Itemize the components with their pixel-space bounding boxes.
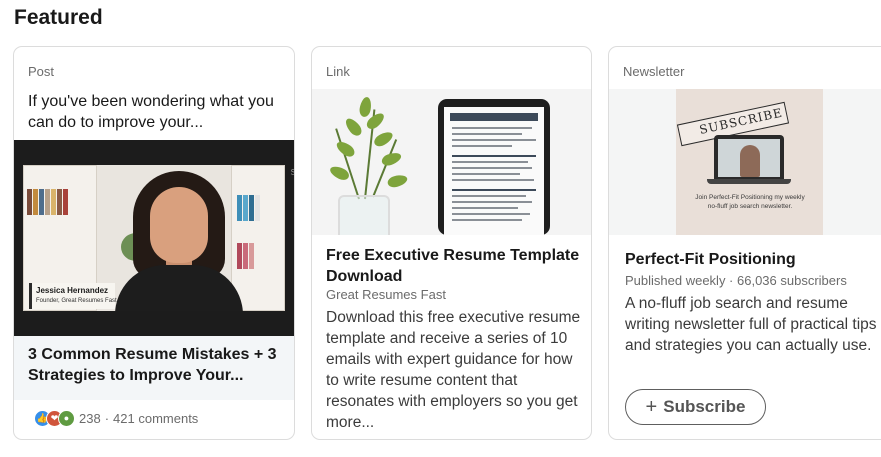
laptop-image (714, 135, 784, 179)
presenter-body (115, 265, 243, 311)
plus-icon: + (645, 396, 658, 418)
presenter-name: Jessica Hernandez (36, 286, 109, 295)
support-reaction-icon: ● (58, 409, 75, 427)
post-title-area[interactable]: 3 Common Resume Mistakes + 3 Strategies … (14, 336, 294, 400)
featured-link-card[interactable]: Link Free Executive Resume Template Down… (311, 46, 592, 440)
subscribe-button[interactable]: + Subscribe (625, 389, 766, 425)
subscribe-button-label: Subscribe (663, 397, 746, 416)
comments-count[interactable]: 421 comments (113, 411, 198, 426)
tablet-resume-image (438, 99, 550, 235)
post-title[interactable]: 3 Common Resume Mistakes + 3 Strategies … (28, 344, 286, 386)
link-source: Great Resumes Fast (326, 287, 446, 302)
post-excerpt[interactable]: If you've been wondering what you can do… (28, 91, 282, 133)
poster-caption: Join Perfect-Fit Positioning my weekly n… (695, 194, 805, 210)
link-title[interactable]: Free Executive Resume Template Download (326, 245, 582, 287)
card-kind-label: Newsletter (623, 64, 685, 79)
newsletter-cover-image[interactable]: SUBSCRIBE Join Perfect-Fit Positioning m… (609, 89, 881, 235)
link-preview-image[interactable] (312, 89, 591, 235)
lower-third-nameplate: Jessica Hernandez Founder, Great Resumes… (29, 283, 117, 309)
card-kind-label: Post (28, 64, 55, 79)
newsletter-description: A no-fluff job search and resume writing… (625, 295, 877, 354)
glass-vase (338, 195, 390, 235)
video-edge-text: S (291, 168, 294, 177)
social-counts[interactable]: 👍 ❤ ● 238 · 421 comments (34, 409, 198, 427)
count-separator: · (104, 410, 110, 426)
featured-newsletter-card[interactable]: Newsletter SUBSCRIBE Join Perfect-Fit Po… (608, 46, 881, 440)
featured-post-card[interactable]: Post If you've been wondering what you c… (13, 46, 295, 440)
newsletter-poster: SUBSCRIBE Join Perfect-Fit Positioning m… (676, 89, 823, 235)
presenter-role: Founder, Great Resumes Fast (36, 298, 117, 304)
video-frame: Jessica Hernandez Founder, Great Resumes… (23, 165, 285, 311)
link-description: Download this free executive resume temp… (326, 309, 581, 431)
reaction-count[interactable]: 238 (79, 411, 101, 426)
newsletter-meta: Published weekly · 66,036 subscribers (625, 273, 847, 288)
card-kind-label: Link (326, 64, 350, 79)
newsletter-title[interactable]: Perfect-Fit Positioning (625, 251, 796, 269)
post-video-thumbnail[interactable]: Jessica Hernandez Founder, Great Resumes… (14, 140, 294, 336)
presenter-face (150, 187, 208, 263)
section-title: Featured (14, 6, 103, 29)
